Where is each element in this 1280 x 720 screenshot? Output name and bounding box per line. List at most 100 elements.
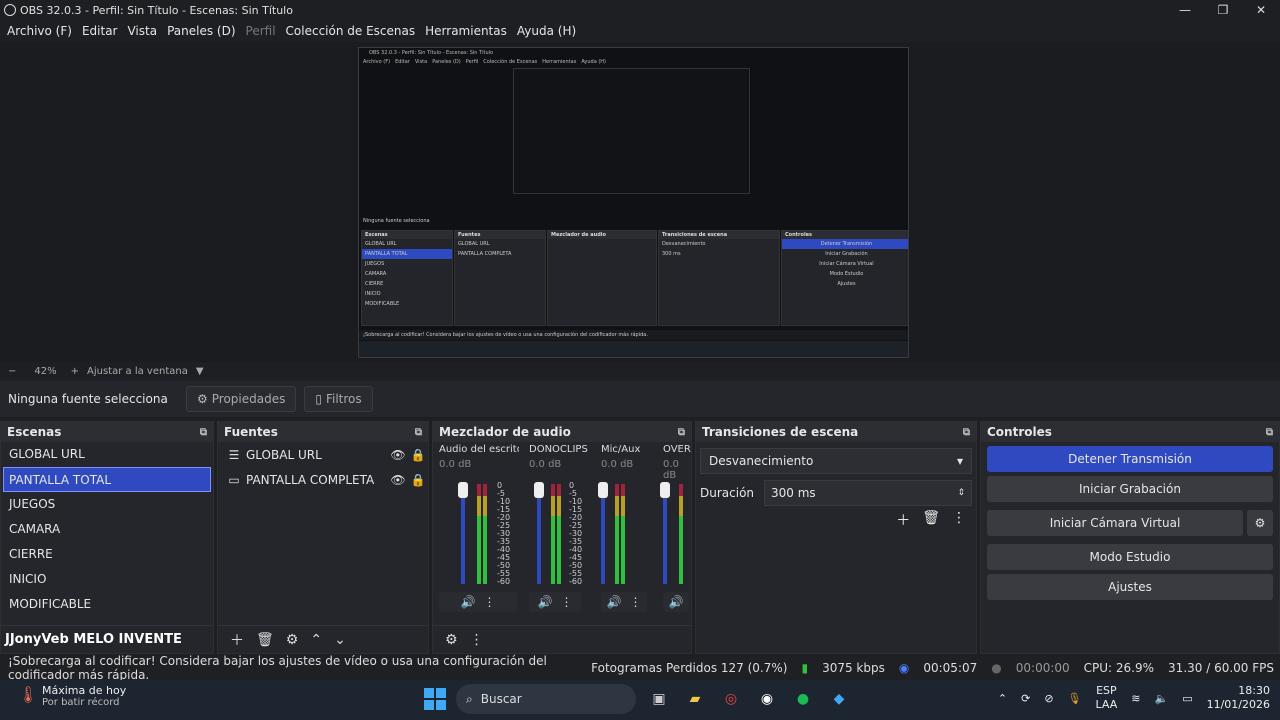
file-explorer-icon[interactable]: ▰ bbox=[682, 686, 708, 712]
fader-handle[interactable] bbox=[534, 482, 544, 498]
clock[interactable]: 18:30 11/01/2026 bbox=[1207, 684, 1270, 712]
chrome-icon[interactable]: ◎ bbox=[718, 686, 744, 712]
close-button[interactable]: ✕ bbox=[1242, 0, 1280, 20]
minimize-button[interactable]: — bbox=[1166, 0, 1204, 20]
settings-button[interactable]: Ajustes bbox=[987, 574, 1273, 600]
thermometer-icon: 🌡 bbox=[18, 685, 39, 704]
volume-fader[interactable] bbox=[537, 484, 541, 584]
undock-icon[interactable]: ⧉ bbox=[1266, 427, 1273, 438]
transition-select[interactable]: Desvanecimiento ▾ bbox=[700, 448, 972, 474]
volume-fader[interactable] bbox=[461, 484, 465, 584]
duration-spinbox[interactable]: 300 ms ⇕ bbox=[764, 480, 972, 506]
camera-off-icon[interactable]: ⊘ bbox=[1044, 692, 1053, 705]
add-icon[interactable]: ＋ bbox=[896, 510, 910, 530]
scene-item-selected[interactable]: PANTALLA TOTAL bbox=[3, 467, 211, 492]
menu-editar[interactable]: Editar bbox=[77, 24, 123, 38]
speaker-icon[interactable]: 🔊 bbox=[461, 595, 476, 609]
transitions-header: Transiciones de escena ⧉ bbox=[696, 422, 976, 442]
move-up-icon[interactable]: ⌃ bbox=[310, 632, 322, 648]
virtual-camera-row: Iniciar Cámara Virtual ⚙ bbox=[981, 506, 1279, 540]
menu-herramientas[interactable]: Herramientas bbox=[420, 24, 512, 38]
chevron-up-icon[interactable]: ⌃ bbox=[998, 692, 1007, 705]
menu-archivo[interactable]: Archivo (F) bbox=[2, 24, 77, 38]
sync-icon[interactable]: ⟳ bbox=[1021, 692, 1030, 705]
lock-icon[interactable]: 🔒 bbox=[408, 448, 428, 462]
nested-source-label: Ninguna fuente selecciona bbox=[363, 218, 430, 224]
properties-button[interactable]: ⚙ Propiedades bbox=[186, 386, 297, 412]
undock-icon[interactable]: ⧉ bbox=[415, 427, 422, 438]
gear-icon[interactable]: ⚙ bbox=[1247, 510, 1273, 536]
scene-item[interactable]: JUEGOS bbox=[1, 492, 213, 517]
kebab-menu-icon[interactable]: ⋮ bbox=[952, 510, 966, 530]
undock-icon[interactable]: ⧉ bbox=[678, 427, 685, 438]
windows-start-icon[interactable] bbox=[424, 688, 446, 710]
fader-handle[interactable] bbox=[598, 482, 608, 498]
language-indicator[interactable]: ESP LAA bbox=[1096, 684, 1118, 712]
mixer-channel: DONOCLIPS 0.0 dB 0 -5 -10 -15 -20 -25 -30 -35 -4… bbox=[529, 444, 609, 614]
scene-item[interactable]: GLOBAL URL bbox=[1, 442, 213, 467]
menu-paneles[interactable]: Paneles (D) bbox=[162, 24, 240, 38]
window-controls: — ❐ ✕ bbox=[1166, 0, 1280, 20]
fader-handle[interactable] bbox=[660, 482, 670, 498]
scene-item[interactable]: CIERRE bbox=[1, 542, 213, 567]
advanced-audio-icon[interactable]: ⚙ bbox=[445, 632, 458, 648]
scene-item[interactable]: MODIFICABLE bbox=[1, 592, 213, 617]
start-recording-button[interactable]: Iniciar Grabación bbox=[987, 476, 1273, 502]
undock-icon[interactable]: ⧉ bbox=[200, 427, 207, 438]
volume-icon[interactable]: 🔈 bbox=[1154, 692, 1168, 705]
sources-header: Fuentes ⧉ bbox=[218, 422, 428, 442]
source-item[interactable]: ▭ PANTALLA COMPLETA 👁 🔒 bbox=[218, 467, 428, 492]
add-icon[interactable]: ＋ bbox=[230, 630, 244, 650]
signal-icon: ▮ bbox=[801, 661, 809, 675]
zoom-dropdown-icon[interactable]: ▼ bbox=[196, 366, 204, 377]
taskbar-search[interactable]: ⌕ Buscar bbox=[456, 684, 636, 714]
kebab-menu-icon[interactable]: ⋮ bbox=[560, 595, 572, 609]
kebab-menu-icon[interactable]: ⋮ bbox=[483, 595, 495, 609]
speaker-icon[interactable]: 🔊 bbox=[607, 595, 622, 609]
stop-stream-button[interactable]: Detener Transmisión bbox=[987, 446, 1273, 472]
menu-ayuda[interactable]: Ayuda (H) bbox=[512, 24, 581, 38]
source-item[interactable]: ☰ GLOBAL URL 👁 🔒 bbox=[218, 442, 428, 467]
eye-icon[interactable]: 👁 bbox=[388, 473, 408, 487]
task-view-icon[interactable]: ▣ bbox=[646, 686, 672, 712]
scene-item[interactable]: CAMARA bbox=[1, 517, 213, 542]
start-virtual-camera-button[interactable]: Iniciar Cámara Virtual bbox=[987, 510, 1243, 536]
spin-arrows-icon[interactable]: ⇕ bbox=[957, 488, 965, 498]
eye-icon[interactable]: 👁 bbox=[388, 448, 408, 462]
speaker-icon[interactable]: 🔊 bbox=[669, 595, 684, 609]
filters-button[interactable]: ▯ Filtros bbox=[304, 386, 373, 412]
move-down-icon[interactable]: ⌄ bbox=[334, 632, 346, 648]
trash-icon[interactable]: 🗑 bbox=[256, 632, 274, 648]
zoom-in-button[interactable]: + bbox=[71, 366, 79, 377]
volume-fader[interactable] bbox=[601, 484, 605, 584]
lock-icon[interactable]: 🔒 bbox=[408, 473, 428, 487]
menu-coleccion[interactable]: Colección de Escenas bbox=[281, 24, 421, 38]
nested-preview bbox=[513, 68, 750, 194]
stream-icon: ◉ bbox=[898, 661, 910, 675]
battery-icon[interactable]: ▭ bbox=[1182, 692, 1192, 705]
record-time: 00:00:00 bbox=[1015, 661, 1070, 675]
wifi-icon[interactable]: ≋ bbox=[1131, 692, 1140, 705]
spotify-icon[interactable]: ● bbox=[790, 686, 816, 712]
kebab-menu-icon[interactable]: ⋮ bbox=[470, 632, 484, 648]
weather-widget[interactable]: 🌡 Máxima de hoy Por batir récord bbox=[18, 684, 126, 708]
volume-fader[interactable] bbox=[663, 484, 667, 584]
controls-dock: Controles ⧉ Detener Transmisión Iniciar … bbox=[980, 421, 1280, 654]
fader-handle[interactable] bbox=[458, 482, 468, 498]
microphone-icon[interactable]: 🎙 bbox=[1068, 692, 1082, 705]
zoom-out-button[interactable]: − bbox=[8, 366, 16, 377]
menu-vista[interactable]: Vista bbox=[122, 24, 162, 38]
scene-item[interactable]: INICIO bbox=[1, 567, 213, 592]
gear-icon[interactable]: ⚙ bbox=[286, 632, 299, 648]
kebab-menu-icon[interactable]: ⋮ bbox=[629, 595, 641, 609]
scenes-footer: JJonyVeb MELO INVENTE bbox=[1, 625, 213, 653]
maximize-button[interactable]: ❐ bbox=[1204, 0, 1242, 20]
studio-mode-button[interactable]: Modo Estudio bbox=[987, 544, 1273, 570]
fit-window-label[interactable]: Ajustar a la ventana bbox=[87, 366, 188, 377]
obs-icon[interactable]: ◉ bbox=[754, 686, 780, 712]
speaker-icon[interactable]: 🔊 bbox=[538, 595, 553, 609]
undock-icon[interactable]: ⧉ bbox=[963, 427, 970, 438]
menu-perfil[interactable]: Perfil bbox=[241, 24, 281, 38]
vscode-icon[interactable]: ◆ bbox=[826, 686, 852, 712]
trash-icon[interactable]: 🗑 bbox=[922, 510, 940, 530]
